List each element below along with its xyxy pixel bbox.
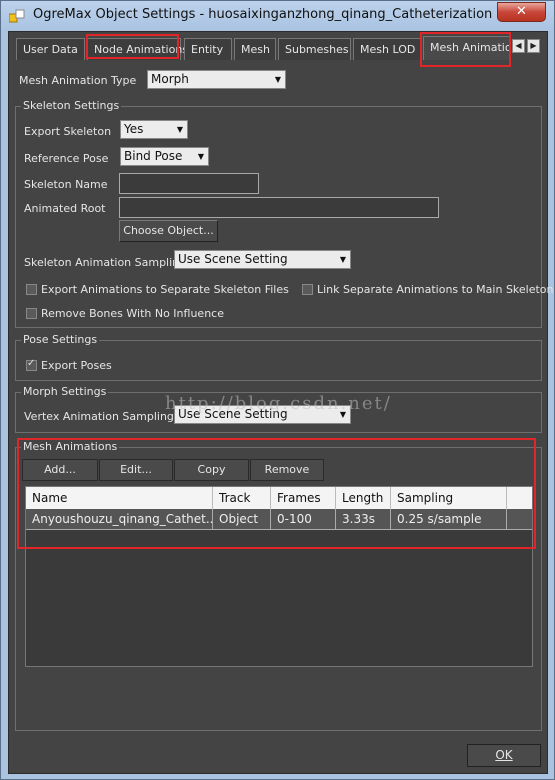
tab-mesh[interactable]: Mesh (234, 38, 276, 60)
export-skeleton-value: Yes (124, 122, 144, 136)
vertex-sampling-label: Vertex Animation Sampling (24, 410, 174, 423)
tab-entity[interactable]: Entity (184, 38, 232, 60)
animated-root-field[interactable] (119, 197, 439, 218)
watermark-text: http://blog.csdn.net/ (165, 393, 392, 414)
chevron-down-icon: ▼ (176, 125, 183, 134)
pose-settings-title: Pose Settings (21, 333, 100, 346)
skeleton-name-field[interactable] (119, 173, 259, 194)
link-separate-label: Link Separate Animations to Main Skeleto… (317, 283, 554, 296)
skeleton-sampling-value: Use Scene Setting (178, 252, 288, 266)
morph-settings-title: Morph Settings (21, 385, 109, 398)
chevron-down-icon: ▼ (339, 255, 346, 264)
highlight-node-animations-tab (86, 34, 179, 59)
reference-pose-value: Bind Pose (124, 149, 183, 163)
ok-button[interactable]: OK (467, 744, 541, 767)
highlight-mesh-animations-section (17, 438, 536, 549)
skeleton-name-label: Skeleton Name (24, 178, 108, 191)
remove-bones-label: Remove Bones With No Influence (41, 307, 224, 320)
skeleton-sampling-label: Skeleton Animation Sampling (24, 256, 187, 269)
reference-pose-dropdown[interactable]: Bind Pose ▼ (120, 147, 209, 166)
skeleton-settings-title: Skeleton Settings (21, 99, 122, 112)
highlight-mesh-animations-tab (420, 32, 511, 67)
link-separate-checkbox[interactable] (302, 284, 313, 295)
mesh-animation-type-label: Mesh Animation Type (19, 74, 137, 87)
tab-user-data[interactable]: User Data (16, 38, 85, 60)
app-icon (9, 9, 25, 23)
export-separate-label: Export Animations to Separate Skeleton F… (41, 283, 289, 296)
reference-pose-label: Reference Pose (24, 152, 109, 165)
animated-root-label: Animated Root (24, 202, 106, 215)
export-skeleton-dropdown[interactable]: Yes ▼ (120, 120, 188, 139)
export-skeleton-label: Export Skeleton (24, 125, 112, 138)
chevron-down-icon: ▼ (274, 75, 281, 84)
mesh-animation-type-dropdown[interactable]: Morph ▼ (147, 70, 286, 89)
tab-mesh-lod[interactable]: Mesh LOD (353, 38, 421, 60)
remove-bones-checkbox[interactable] (26, 308, 37, 319)
tab-scroll-left-icon[interactable]: ◀ (512, 39, 525, 53)
tab-scroll-right-icon[interactable]: ▶ (527, 39, 540, 53)
choose-object-button[interactable]: Choose Object... (119, 220, 218, 242)
export-poses-checkbox[interactable] (26, 358, 37, 371)
title-bar[interactable]: OgreMax Object Settings - huosaixinganzh… (1, 1, 554, 31)
export-separate-checkbox[interactable] (26, 284, 37, 295)
tab-submeshes[interactable]: Submeshes (278, 38, 351, 60)
window-title: OgreMax Object Settings - huosaixinganzh… (33, 7, 493, 22)
export-poses-label: Export Poses (41, 359, 112, 372)
chevron-down-icon: ▼ (197, 152, 204, 161)
skeleton-sampling-dropdown[interactable]: Use Scene Setting ▼ (174, 250, 351, 269)
settings-window: OgreMax Object Settings - huosaixinganzh… (0, 0, 555, 780)
close-button[interactable]: ✕ (497, 2, 546, 22)
mesh-animation-type-value: Morph (151, 72, 189, 86)
